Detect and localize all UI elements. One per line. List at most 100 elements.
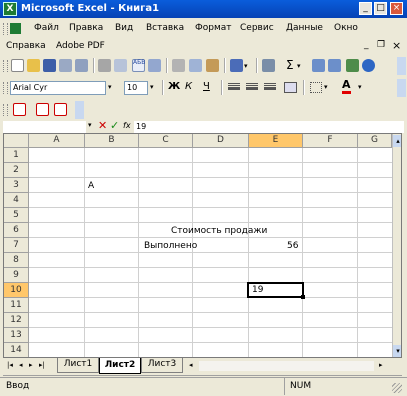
prev-sheet-icon[interactable]: ◂	[19, 361, 23, 369]
borders-dropdown-icon[interactable]: ▾	[324, 83, 328, 91]
toolbar-grip-icon[interactable]	[3, 60, 8, 72]
menu-adobe-pdf[interactable]: Adobe PDF	[56, 41, 105, 51]
close-button[interactable]: ×	[390, 2, 403, 15]
menu-tools[interactable]: Сервис	[240, 23, 274, 33]
convert-to-pdf-icon[interactable]	[13, 103, 26, 116]
formula-input[interactable]: 19	[134, 121, 404, 133]
column-header[interactable]: G	[358, 134, 392, 148]
cell-c6[interactable]: Стоимость продажи	[171, 226, 267, 236]
maximize-button[interactable]: □	[374, 2, 387, 15]
cell-e7[interactable]: 56	[287, 241, 298, 251]
name-box-dropdown-icon[interactable]: ▾	[88, 121, 92, 129]
worksheet-grid[interactable]: A B C D E F G 1 2 3 4 5 6 7 8 9 10 11 12…	[3, 133, 402, 358]
convert-and-review-icon[interactable]	[54, 103, 67, 116]
vertical-scrollbar[interactable]	[392, 134, 401, 357]
email-icon[interactable]	[75, 59, 88, 72]
undo-dropdown-icon[interactable]: ▾	[244, 62, 248, 70]
sort-descending-icon[interactable]	[328, 59, 341, 72]
column-header[interactable]: C	[139, 134, 193, 148]
minimize-button[interactable]: _	[359, 2, 372, 15]
horizontal-scrollbar[interactable]	[199, 361, 374, 371]
scroll-up-icon[interactable]: ▴	[393, 135, 401, 147]
doc-restore-button[interactable]: ❐	[377, 40, 385, 50]
new-icon[interactable]	[11, 59, 24, 72]
toolbar-options-icon[interactable]	[397, 79, 406, 97]
menu-edit[interactable]: Правка	[69, 23, 103, 33]
permission-icon[interactable]	[59, 59, 72, 72]
first-sheet-icon[interactable]: |◂	[7, 361, 13, 369]
print-icon[interactable]	[98, 59, 111, 72]
row-header[interactable]: 13	[4, 328, 29, 343]
cancel-entry-icon[interactable]: ✕	[98, 119, 107, 132]
fill-handle[interactable]	[301, 295, 305, 299]
font-color-icon[interactable]: A	[342, 79, 351, 94]
print-preview-icon[interactable]	[114, 59, 127, 72]
row-header[interactable]: 1	[4, 148, 29, 163]
menu-insert[interactable]: Вставка	[146, 23, 184, 33]
row-header[interactable]: 10	[4, 283, 29, 298]
resize-grip-icon[interactable]	[392, 383, 402, 393]
bold-button[interactable]: Ж	[168, 81, 180, 92]
insert-function-icon[interactable]: fx	[123, 121, 131, 130]
row-header[interactable]: 9	[4, 268, 29, 283]
research-icon[interactable]	[148, 59, 161, 72]
sheet-tab[interactable]: Лист1	[57, 358, 99, 373]
menu-format[interactable]: Формат	[195, 23, 232, 33]
save-icon[interactable]	[43, 59, 56, 72]
toolbar-grip-icon[interactable]	[3, 104, 8, 116]
workbook-icon[interactable]	[10, 23, 21, 34]
row-header[interactable]: 6	[4, 223, 29, 238]
row-header[interactable]: 5	[4, 208, 29, 223]
h-scroll-left-icon[interactable]: ◂	[189, 361, 193, 369]
italic-button[interactable]: К	[185, 81, 192, 92]
cell-e10[interactable]: 19	[252, 285, 263, 295]
menu-data[interactable]: Данные	[286, 23, 323, 33]
row-header[interactable]: 2	[4, 163, 29, 178]
doc-minimize-button[interactable]: _	[364, 40, 369, 50]
row-header[interactable]: 12	[4, 313, 29, 328]
chart-wizard-icon[interactable]	[346, 59, 359, 72]
row-header[interactable]: 3	[4, 178, 29, 193]
toolbar-options-icon[interactable]	[397, 57, 406, 75]
name-box[interactable]	[3, 121, 86, 133]
align-center-icon[interactable]	[246, 83, 258, 86]
help-icon[interactable]	[362, 59, 375, 72]
last-sheet-icon[interactable]: ▸|	[39, 361, 45, 369]
column-header[interactable]: F	[303, 134, 358, 148]
menu-file[interactable]: Файл	[34, 23, 59, 33]
font-size-dropdown-icon[interactable]: ▾	[150, 83, 154, 91]
row-header[interactable]: 7	[4, 238, 29, 253]
autosum-icon[interactable]: Σ	[286, 58, 294, 72]
menu-help[interactable]: Справка	[6, 41, 46, 51]
font-color-dropdown-icon[interactable]: ▾	[358, 83, 362, 91]
cell-c7[interactable]: Выполнено	[144, 241, 197, 251]
menu-window[interactable]: Окно	[334, 23, 358, 33]
font-name-select[interactable]: Arial Cyr	[10, 81, 106, 95]
sheet-tab[interactable]: Лист3	[141, 358, 183, 373]
copy-icon[interactable]	[189, 59, 202, 72]
cut-icon[interactable]	[172, 59, 185, 72]
next-sheet-icon[interactable]: ▸	[29, 361, 33, 369]
merge-center-icon[interactable]	[284, 82, 297, 93]
font-size-select[interactable]: 10	[124, 81, 148, 95]
paste-icon[interactable]	[206, 59, 219, 72]
font-name-dropdown-icon[interactable]: ▾	[108, 83, 112, 91]
column-header[interactable]: B	[85, 134, 139, 148]
sheet-tab-active[interactable]: Лист2	[99, 358, 141, 374]
row-header[interactable]: 14	[4, 343, 29, 357]
menu-view[interactable]: Вид	[115, 23, 133, 33]
spelling-icon[interactable]: АБВ	[132, 59, 145, 72]
row-header[interactable]: 8	[4, 253, 29, 268]
align-left-icon[interactable]	[228, 83, 240, 86]
convert-and-email-icon[interactable]	[36, 103, 49, 116]
column-header[interactable]: E	[249, 134, 303, 148]
borders-icon[interactable]	[310, 82, 322, 93]
toolbar-grip-icon[interactable]	[3, 82, 8, 94]
scroll-down-icon[interactable]: ▾	[393, 345, 401, 357]
column-header[interactable]: A	[29, 134, 85, 148]
toolbar-grip-icon[interactable]	[3, 23, 8, 35]
underline-button[interactable]: Ч	[203, 81, 210, 92]
autosum-dropdown-icon[interactable]: ▾	[297, 62, 301, 70]
excel-app-icon[interactable]: X	[3, 2, 17, 16]
row-header[interactable]: 11	[4, 298, 29, 313]
